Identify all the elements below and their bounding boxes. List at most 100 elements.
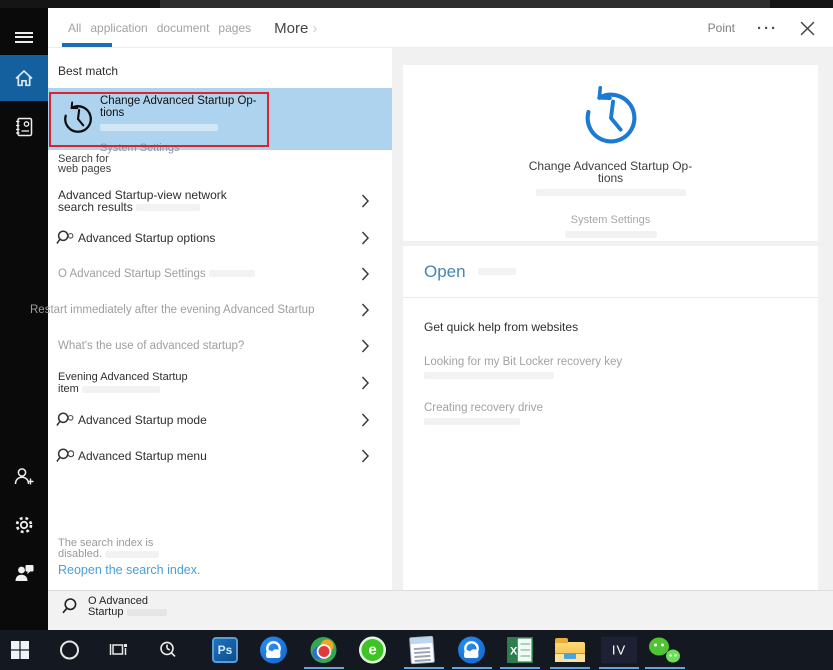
tab-more[interactable]: More xyxy=(274,20,308,37)
web-search-section-header: Search forweb pages xyxy=(58,155,111,174)
start-button[interactable] xyxy=(10,640,30,660)
task-view-button[interactable] xyxy=(108,640,128,660)
cortana-button[interactable] xyxy=(60,641,79,660)
search-query-item[interactable]: O AdvancedStartup xyxy=(62,596,167,618)
chevron-right-icon xyxy=(361,267,370,281)
more-options-button[interactable]: ··· xyxy=(757,20,778,37)
qq-browser-icon xyxy=(458,637,485,664)
sidebar-item-feedback[interactable] xyxy=(0,550,48,596)
active-tab-indicator xyxy=(62,43,112,47)
best-match-item[interactable]: Change Advanced Startup Op-tions System … xyxy=(48,88,392,150)
running-app-indicator xyxy=(599,667,639,670)
blur-redaction xyxy=(127,609,167,616)
chevron-right-icon xyxy=(361,231,370,245)
suggestion-row[interactable]: What's the use of advanced startup? xyxy=(48,328,392,364)
suggestion-label: Advanced Startup mode xyxy=(78,414,207,426)
clock-search-icon xyxy=(158,640,178,660)
suggestion-row[interactable]: Advanced Startup-view networksearch resu… xyxy=(48,182,392,220)
home-icon xyxy=(12,66,36,90)
search-sidebar xyxy=(0,8,48,630)
close-button[interactable] xyxy=(800,21,815,36)
search-icon xyxy=(56,447,74,465)
photoshop-button[interactable]: Ps xyxy=(212,637,238,663)
wechat-button[interactable] xyxy=(649,637,681,664)
chevron-right-icon xyxy=(361,194,370,208)
blur-redaction xyxy=(136,204,200,211)
iv-app-icon: IV xyxy=(601,637,637,664)
blur-redaction xyxy=(100,159,182,166)
sidebar-item-account[interactable] xyxy=(0,454,48,500)
sidebar-item-settings[interactable] xyxy=(0,502,48,548)
notepad-button[interactable] xyxy=(410,637,434,664)
browser-360-icon xyxy=(310,637,337,664)
windows-search-screen: All application document pages More › Po… xyxy=(0,0,833,670)
preview-subtitle: System Settings xyxy=(403,214,818,226)
desktop-background xyxy=(0,0,833,8)
suggestion-row[interactable]: Evening Advanced Startupitem xyxy=(48,364,392,402)
suggestion-label: Evening Advanced Startupitem xyxy=(58,371,188,395)
timeline-search-button[interactable] xyxy=(158,640,178,660)
menu-button[interactable] xyxy=(0,14,48,60)
sidebar-item-home[interactable] xyxy=(0,55,48,101)
cortana-icon xyxy=(60,641,79,660)
taskbar: Ps e X IV xyxy=(0,630,833,670)
search-bottom-strip: O AdvancedStartup xyxy=(48,590,833,630)
help-link-bitlocker[interactable]: Looking for my Bit Locker recovery key xyxy=(424,356,797,380)
search-suggestions: Advanced Startup-view networksearch resu… xyxy=(48,182,392,474)
excel-button[interactable]: X xyxy=(507,637,533,663)
blur-redaction xyxy=(565,231,657,238)
running-app-indicator xyxy=(304,667,344,670)
excel-icon: X xyxy=(507,637,533,663)
suggestion-row[interactable]: O Advanced Startup Settings xyxy=(48,256,392,292)
blur-redaction xyxy=(105,551,159,558)
search-flyout: All application document pages More › Po… xyxy=(48,8,833,630)
preview-title: Change Advanced Startup Op-tions xyxy=(403,160,818,184)
suggestion-label: O Advanced Startup Settings xyxy=(58,268,255,280)
running-app-indicator xyxy=(645,667,685,670)
windows-logo-icon xyxy=(10,640,30,660)
web-help-section: Get quick help from websites Looking for… xyxy=(403,298,818,426)
suggestion-row[interactable]: Restart immediately after the evening Ad… xyxy=(48,292,392,328)
suggestion-row[interactable]: Advanced Startup options xyxy=(48,220,392,256)
results-panel: Best match Change Advanced Startup Op-ti… xyxy=(48,48,392,590)
running-app-indicator xyxy=(452,667,492,670)
gear-icon xyxy=(13,514,35,536)
sidebar-item-journal[interactable] xyxy=(0,104,48,150)
notebook-icon xyxy=(13,116,35,138)
add-user-icon xyxy=(13,466,35,488)
browser-e-button[interactable]: e xyxy=(359,637,386,664)
iv-app-button[interactable]: IV xyxy=(601,637,637,664)
suggestion-label: Advanced Startup options xyxy=(78,232,215,244)
tab-document[interactable]: document xyxy=(157,21,210,35)
tab-pages[interactable]: pages xyxy=(218,21,251,35)
browser-360-button[interactable] xyxy=(310,637,337,664)
suggestion-row[interactable]: Advanced Startup mode xyxy=(48,402,392,438)
background-window xyxy=(160,0,770,8)
svg-text:X: X xyxy=(510,646,518,658)
suggestion-row[interactable]: Advanced Startup menu xyxy=(48,438,392,474)
e-browser-icon: e xyxy=(359,637,386,664)
best-match-title: Change Advanced Startup Op-tions xyxy=(100,96,300,119)
folder-icon xyxy=(555,642,585,662)
qq-browser-2-button[interactable] xyxy=(458,637,485,664)
search-topbar: All application document pages More › Po… xyxy=(48,8,833,48)
file-explorer-button[interactable] xyxy=(555,638,585,662)
tab-application[interactable]: application xyxy=(90,21,147,35)
running-app-indicator xyxy=(500,667,540,670)
preview-pane: Change Advanced Startup Op-tions System … xyxy=(392,48,833,590)
search-index-note: The search index isdisabled. xyxy=(58,538,159,560)
blur-redaction xyxy=(536,189,686,196)
blur-redaction xyxy=(209,270,255,277)
open-action[interactable]: Open xyxy=(403,246,818,298)
close-icon xyxy=(800,21,815,36)
reopen-index-link[interactable]: Reopen the search index. xyxy=(58,563,200,577)
filter-tabs: All application document pages More › xyxy=(68,8,317,48)
blur-redaction xyxy=(478,268,516,275)
blur-redaction xyxy=(82,386,160,393)
blur-redaction xyxy=(100,124,218,131)
running-app-indicator xyxy=(404,667,444,670)
help-link-recovery-drive[interactable]: Creating recovery drive xyxy=(424,402,797,426)
qq-browser-button[interactable] xyxy=(260,637,287,664)
help-header: Get quick help from websites xyxy=(424,320,797,334)
tab-all[interactable]: All xyxy=(68,21,81,35)
